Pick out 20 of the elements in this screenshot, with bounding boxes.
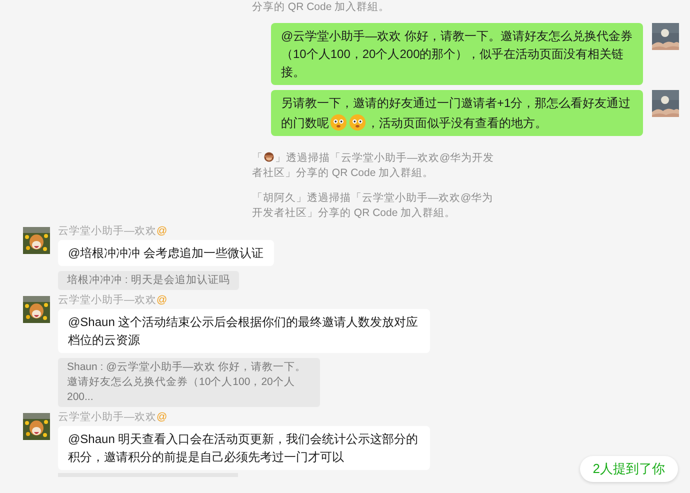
emoji-icon bbox=[329, 112, 348, 131]
message-bubble: @培根冲冲冲 会考虑追加一些微认证 bbox=[58, 240, 274, 266]
sender-name: 云学堂小助手—欢欢 bbox=[58, 411, 156, 423]
system-message: 「胡阿久」透過掃描「云学堂小助手—欢欢@华为开发者社区」分享的 QR Code 加入群組。 bbox=[252, 191, 494, 221]
system-message: 「 」透過掃描「云学堂小助手—欢欢@华为开发者社区」分享的 QR Code 加入群組。 bbox=[252, 152, 494, 179]
emoji-icon bbox=[348, 112, 367, 131]
message-bubble: @Shaun 这个活动结束公示后会根据你们的最终邀请人数发放对应档位的云资源 bbox=[58, 309, 430, 353]
system-message: 分享的 QR Code 加入群組。 bbox=[252, 0, 391, 15]
emoji-icon bbox=[263, 151, 275, 163]
quote-box: 培根冲冲冲 : 明天是会追加认证吗 bbox=[58, 271, 239, 290]
sender-name: 云学堂小助手—欢欢 bbox=[58, 225, 156, 237]
mention-mark: @ bbox=[156, 411, 168, 423]
message-bubble: @云学堂小助手—欢欢 你好，请教一下。邀请好友怎么兑换代金券（10个人100，20个人200的那个），似乎在活动页面没有相关链接。 bbox=[271, 23, 643, 85]
quote-box: Shaun : @云学堂小助手—欢欢 你好，请教一下。邀请好友怎么兑换代金券（10个人100，20个人200... bbox=[58, 358, 320, 407]
message-bubble: 另请教一下，邀请的好友通过一门邀请者+1分，那怎么看好友通过的门数呢 ，活动页面似乎没有查看的地方。 bbox=[271, 90, 643, 136]
mention-mark: @ bbox=[156, 294, 168, 306]
sender-name: 云学堂小助手—欢欢 bbox=[58, 294, 156, 306]
message-bubble: @Shaun 明天查看入口会在活动页更新，我们会统计公示这部分的积分，邀请积分的前提是自己必须先考过一门才可以 bbox=[58, 426, 430, 470]
mention-mark: @ bbox=[156, 225, 168, 237]
mention-notice-button[interactable]: 2人提到了你 bbox=[580, 456, 678, 482]
